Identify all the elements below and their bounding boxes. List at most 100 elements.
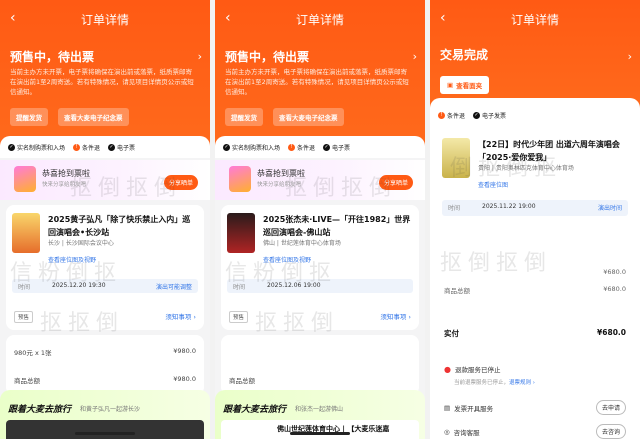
amount-line: ¥680.0 [603,268,626,276]
order-detail-panel-2: ‹ 订单详情 预售中，待出票 › 当前主办方未开票，电子票将确保在演出前或落票，… [215,0,425,439]
presale-badge: 预售 [14,311,34,323]
show-title: 2025黄子弘凡「除了快乐禁止入内」巡回演唱会•长沙站 [48,215,191,237]
refund-icon: ! [73,143,81,151]
ticket-tags: ✓ 实名制购票和入场 ! 条件退 ✓ 电子票 [215,136,425,158]
show-poster [12,213,40,253]
tag-conditional-refund: ! 条件退 [438,111,465,120]
remind-shipping-button[interactable]: 提醒发货 [225,108,263,126]
check-icon: ✓ [473,111,481,119]
ticket-tags: ✓ 实名制购票和入场 ! 条件退 ✓ 电子票 [0,136,210,158]
ticket-tags: ! 条件退 ✓ 电子发票 [430,104,640,126]
notes-link[interactable]: 须知事项 › [380,311,411,321]
view-e-ticket-button[interactable]: 查看大麦电子纪念票 [273,108,344,126]
travel-banner[interactable]: 跟着大麦去旅行 和张杰一起游佛山 佛山世纪莲体育中心 | 【大麦乐迷嘉 [215,390,425,439]
check-icon: ✓ [8,143,15,151]
ticket-icon: ▣ [447,81,454,89]
home-indicator [290,432,350,435]
refund-status: ● 退款服务已停止 [444,364,501,375]
chevron-right-icon[interactable]: › [198,50,202,63]
page-title: 订单详情 [510,13,559,27]
order-detail-panel-3: ‹ 订单详情 交易完成 › ▣ 查看面夹 ! 条件退 ✓ 电子发票 【22日】时代少… [430,0,640,439]
banner-subtitle: 和黄子弘凡一起游长沙 [80,406,141,413]
venue: 长沙 | 长沙国际会议中心 [48,240,114,247]
header-actions: 提醒发货 查看大麦电子纪念票 [225,108,344,126]
promo-title: 恭喜抢到票啦 [42,169,90,178]
share-promo: 恭喜抢到票啦 快来分享给朋友吧 分享晒单 [0,160,210,200]
tag-e-ticket: ✓ 电子票 [323,143,351,152]
price-card: 980元 x 1张 ¥980.0 商品总额 ¥980.0 [6,335,204,395]
show-card[interactable]: 2025张杰未·LIVE—「开往1982」世界巡回演唱会-佛山站 佛山 | 世纪… [221,205,419,330]
ticket-notice: 当前主办方未开票，电子票将确保在演出前或落票，纸质票邮寄在演出前1至2周寄送。若… [225,68,409,96]
show-card[interactable]: 【22日】时代少年团 出道六周年演唱会「2025·爱你爱我」 贵阳 | 贵阳奥林… [436,130,634,350]
share-promo: 恭喜抢到票啦 快来分享给朋友吧 分享晒单 [215,160,425,200]
tag-e-ticket: ✓ 电子票 [108,143,136,152]
seat-map-link[interactable]: 查看座位图及视野 [263,255,311,264]
consult-row: ◎ 咨询客服 去咨询 [444,424,626,439]
banner-image [6,420,204,439]
tag-e-invoice: ✓ 电子发票 [473,111,507,120]
invoice-row: ▤ 发票开具服务 去申请 [444,400,626,415]
refund-rules-link[interactable]: 退票规则 › [509,380,535,386]
apply-invoice-button[interactable]: 去申请 [595,400,626,415]
confetti-icon [14,166,36,192]
ticket-notice: 当前主办方未开票，电子票将确保在演出前或落票，纸质票邮寄在演出前1至2周寄送。若… [10,68,194,96]
invoice-icon: ▤ [444,403,451,412]
view-ticket-button[interactable]: ▣ 查看面夹 [440,76,490,94]
refund-note: 当前退票服务已停止，退票规则 › [454,380,535,386]
refund-icon: ! [438,111,445,119]
tag-conditional-refund: ! 条件退 [288,143,315,152]
venue: 贵阳 | 贵阳奥林匹克体育中心体育场 [478,165,574,172]
order-status: 预售中，待出票 [10,50,95,64]
seat-map-link[interactable]: 查看座位图 [478,180,508,189]
order-header: ‹ 订单详情 预售中，待出票 › 当前主办方未开票，电子票将确保在演出前或落票，… [0,0,210,150]
tag-conditional-refund: ! 条件退 [73,143,100,152]
order-header: ‹ 订单详情 预售中，待出票 › 当前主办方未开票，电子票将确保在演出前或落票，… [215,0,425,150]
banner-title: 跟着大麦去旅行 [223,405,287,415]
seat-map-link[interactable]: 查看座位图及视野 [48,255,96,264]
venue: 佛山 | 世纪莲体育中心体育场 [263,240,341,247]
confetti-icon [229,166,251,192]
chevron-right-icon[interactable]: › [413,50,417,63]
promo-title: 恭喜抢到票啦 [257,169,305,178]
order-status: 交易完成 [440,48,489,62]
share-order-button[interactable]: 分享晒单 [378,175,413,190]
notes-link[interactable]: 须知事项 › [165,311,196,321]
price-line: 980元 x 1张 ¥980.0 [14,347,196,357]
remind-shipping-button[interactable]: 提醒发货 [10,108,48,126]
home-indicator [75,432,135,435]
show-title: 2025张杰未·LIVE—「开往1982」世界巡回演唱会-佛山站 [263,215,411,237]
order-header: ‹ 订单详情 交易完成 › ▣ 查看面夹 [430,0,640,110]
show-poster [227,213,255,253]
order-detail-panel-1: ‹ 订单详情 预售中，待出票 › 当前主办方未开票，电子票将确保在演出前或落票，… [0,0,210,439]
view-e-ticket-button[interactable]: 查看大麦电子纪念票 [58,108,129,126]
promo-subtitle: 快来分享给朋友吧 [42,182,87,188]
header-actions: 提醒发货 查看大麦电子纪念票 [10,108,129,126]
page-title: 订单详情 [295,13,344,27]
page-title: 订单详情 [80,13,129,27]
check-icon: ✓ [108,143,116,151]
banner-title: 跟着大麦去旅行 [8,405,72,415]
show-time: 时间 2025.12.06 19:00 [227,279,413,293]
order-status: 预售中，待出票 [225,50,310,64]
headset-icon: ◎ [444,427,450,436]
travel-banner[interactable]: 跟着大麦去旅行 和黄子弘凡一起游长沙 [0,390,210,439]
show-card[interactable]: 2025黄子弘凡「除了快乐禁止入内」巡回演唱会•长沙站 长沙 | 长沙国际会议中… [6,205,204,330]
check-icon: ✓ [323,143,331,151]
price-card: 商品总额 [221,335,419,395]
consult-button[interactable]: 去咨询 [595,424,626,439]
chevron-right-icon[interactable]: › [628,50,632,63]
refund-icon: ! [288,143,296,151]
total-line: 商品总额 ¥680.0 [444,285,626,295]
presale-badge: 预售 [229,311,249,323]
total-line: 商品总额 [229,377,255,385]
tag-real-name: ✓ 实名制购票和入场 [223,143,281,152]
total-line: 商品总额 ¥980.0 [14,375,196,385]
paid-line: 实付 ¥680.0 [444,328,626,338]
warning-icon: ● [444,364,451,374]
promo-subtitle: 快来分享给朋友吧 [257,182,302,188]
share-order-button[interactable]: 分享晒单 [163,175,198,190]
service-card: ● 退款服务已停止 当前退票服务已停止，退票规则 › ▤ 发票开具服务 去申请 … [436,356,634,439]
show-poster [442,138,470,178]
show-title: 【22日】时代少年团 出道六周年演唱会「2025·爱你爱我」 [478,140,620,162]
show-time: 时间 2025.11.22 19:00 演出时间 [442,200,628,216]
